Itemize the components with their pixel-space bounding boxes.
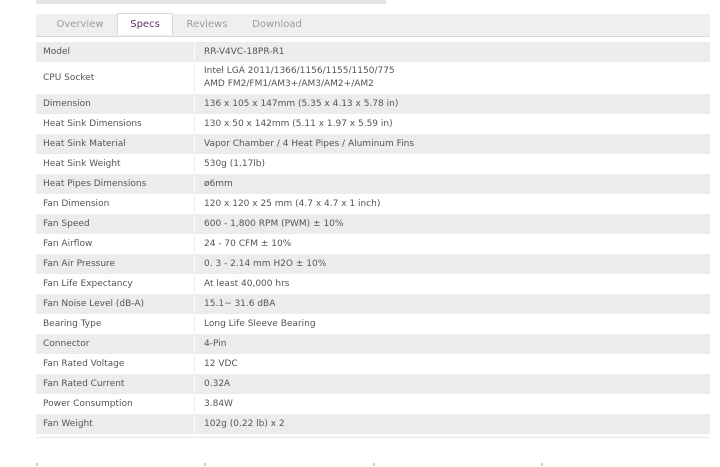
- tab-specs[interactable]: Specs: [117, 13, 173, 35]
- spec-label: Bearing Type: [36, 314, 195, 334]
- spec-value-line: Intel LGA 2011/1366/1156/1155/1150/775: [204, 66, 395, 76]
- spec-label: Dimension: [36, 94, 195, 114]
- spec-label: Connector: [36, 334, 195, 354]
- spec-value-line: 136 x 105 x 147mm (5.35 x 4.13 x 5.78 in…: [204, 99, 399, 109]
- table-row: Heat Sink Dimensions 130 x 50 x 142mm (5.…: [36, 114, 710, 134]
- spec-value: 3.84W: [195, 394, 233, 414]
- spec-value-line: 12 VDC: [204, 359, 238, 369]
- spec-value-line: 0. 3 - 2.14 mm H2O ± 10%: [204, 259, 327, 269]
- spec-label: Fan Noise Level (dB-A): [36, 294, 195, 314]
- top-strip-divider: [36, 0, 386, 4]
- footer-divider-marks: [0, 463, 720, 467]
- tab-download[interactable]: Download: [246, 14, 308, 36]
- spec-value: 15.1~ 31.6 dBA: [195, 294, 275, 314]
- spec-value-line: 0.32A: [204, 379, 231, 389]
- spec-value-line: Long Life Sleeve Bearing: [204, 319, 316, 329]
- spec-value: 0.32A: [195, 374, 230, 394]
- table-row: Dimension 136 x 105 x 147mm (5.35 x 4.13 …: [36, 94, 710, 114]
- spec-label: Model: [36, 42, 195, 62]
- spec-label: Heat Pipes Dimensions: [36, 174, 195, 194]
- table-row: Fan Airflow 24 - 70 CFM ± 10%: [36, 234, 710, 254]
- spec-label: Power Consumption: [36, 394, 195, 414]
- spec-value: 600 - 1,800 RPM (PWM) ± 10%: [195, 214, 343, 234]
- spec-label: Fan Rated Current: [36, 374, 195, 394]
- spec-label: Fan Airflow: [36, 234, 195, 254]
- table-row: Heat Sink Weight 530g (1.17lb): [36, 154, 710, 174]
- table-row: Power Consumption 3.84W: [36, 394, 710, 414]
- spec-value-line: 102g (0.22 lb) x 2: [204, 419, 285, 429]
- spec-value: RR-V4VC-18PR-R1: [195, 42, 284, 62]
- spec-value: 4-Pin: [195, 334, 226, 354]
- spec-value-line: 3.84W: [204, 399, 233, 409]
- spec-label: Fan Life Expectancy: [36, 274, 195, 294]
- spec-value-line: AMD FM2/FM1/AM3+/AM3/AM2+/AM2: [204, 79, 374, 89]
- spec-value: 0. 3 - 2.14 mm H2O ± 10%: [195, 254, 326, 274]
- spec-value: 530g (1.17lb): [195, 154, 265, 174]
- spec-value-line: 4-Pin: [204, 339, 227, 349]
- spec-label: Heat Sink Dimensions: [36, 114, 195, 134]
- specs-table: Model RR-V4VC-18PR-R1 CPU Socket Intel LGA …: [36, 42, 710, 434]
- table-row: Model RR-V4VC-18PR-R1: [36, 42, 710, 62]
- table-row: Fan Rated Voltage 12 VDC: [36, 354, 710, 374]
- spec-value-line: 600 - 1,800 RPM (PWM) ± 10%: [204, 219, 344, 229]
- spec-value-line: ø6mm: [204, 179, 233, 189]
- spec-label: Fan Dimension: [36, 194, 195, 214]
- table-row: Fan Speed 600 - 1,800 RPM (PWM) ± 10%: [36, 214, 710, 234]
- table-row: Fan Rated Current 0.32A: [36, 374, 710, 394]
- spec-value-line: 130 x 50 x 142mm (5.11 x 1.97 x 5.59 in): [204, 119, 393, 129]
- spec-value-line: Vapor Chamber / 4 Heat Pipes / Aluminum …: [204, 139, 415, 149]
- table-row: Fan Weight 102g (0.22 lb) x 2: [36, 414, 710, 434]
- table-row: Bearing Type Long Life Sleeve Bearing: [36, 314, 710, 334]
- spec-value: 102g (0.22 lb) x 2: [195, 414, 285, 434]
- spec-value: Long Life Sleeve Bearing: [195, 314, 316, 334]
- spec-value: Vapor Chamber / 4 Heat Pipes / Aluminum …: [195, 134, 414, 154]
- spec-value: 12 VDC: [195, 354, 238, 374]
- spec-value-line: 120 x 120 x 25 mm (4.7 x 4.7 x 1 inch): [204, 199, 381, 209]
- spec-label: Heat Sink Material: [36, 134, 195, 154]
- tab-reviews[interactable]: Reviews: [176, 14, 238, 36]
- spec-value: At least 40,000 hrs: [195, 274, 289, 294]
- table-bottom-rule: [36, 437, 710, 438]
- spec-label: Fan Speed: [36, 214, 195, 234]
- spec-label: CPU Socket: [36, 62, 195, 94]
- spec-label: Fan Rated Voltage: [36, 354, 195, 374]
- spec-value: Intel LGA 2011/1366/1156/1155/1150/775 AM…: [195, 62, 395, 94]
- spec-value-line: 530g (1.17lb): [204, 159, 266, 169]
- spec-label: Fan Weight: [36, 414, 195, 434]
- table-row: Heat Sink Material Vapor Chamber / 4 Heat…: [36, 134, 710, 154]
- table-row: Heat Pipes Dimensions ø6mm: [36, 174, 710, 194]
- spec-value: 130 x 50 x 142mm (5.11 x 1.97 x 5.59 in): [195, 114, 393, 134]
- spec-value: 136 x 105 x 147mm (5.35 x 4.13 x 5.78 in…: [195, 94, 398, 114]
- spec-label: Fan Air Pressure: [36, 254, 195, 274]
- spec-value-line: RR-V4VC-18PR-R1: [204, 47, 285, 57]
- table-row: Fan Air Pressure 0. 3 - 2.14 mm H2O ± 10%: [36, 254, 710, 274]
- spec-label: Heat Sink Weight: [36, 154, 195, 174]
- table-row: CPU Socket Intel LGA 2011/1366/1156/1155/…: [36, 62, 710, 94]
- spec-value-line: 15.1~ 31.6 dBA: [204, 299, 276, 309]
- spec-value: 120 x 120 x 25 mm (4.7 x 4.7 x 1 inch): [195, 194, 380, 214]
- spec-value-line: At least 40,000 hrs: [204, 279, 290, 289]
- spec-value: 24 - 70 CFM ± 10%: [195, 234, 291, 254]
- spec-value: ø6mm: [195, 174, 233, 194]
- spec-value-line: 24 - 70 CFM ± 10%: [204, 239, 292, 249]
- table-row: Fan Noise Level (dB-A) 15.1~ 31.6 dBA: [36, 294, 710, 314]
- table-row: Fan Dimension 120 x 120 x 25 mm (4.7 x 4.…: [36, 194, 710, 214]
- tab-bar: Overview Specs Reviews Download: [36, 13, 710, 37]
- table-row: Fan Life Expectancy At least 40,000 hrs: [36, 274, 710, 294]
- tab-overview[interactable]: Overview: [46, 14, 114, 36]
- table-row: Connector 4-Pin: [36, 334, 710, 354]
